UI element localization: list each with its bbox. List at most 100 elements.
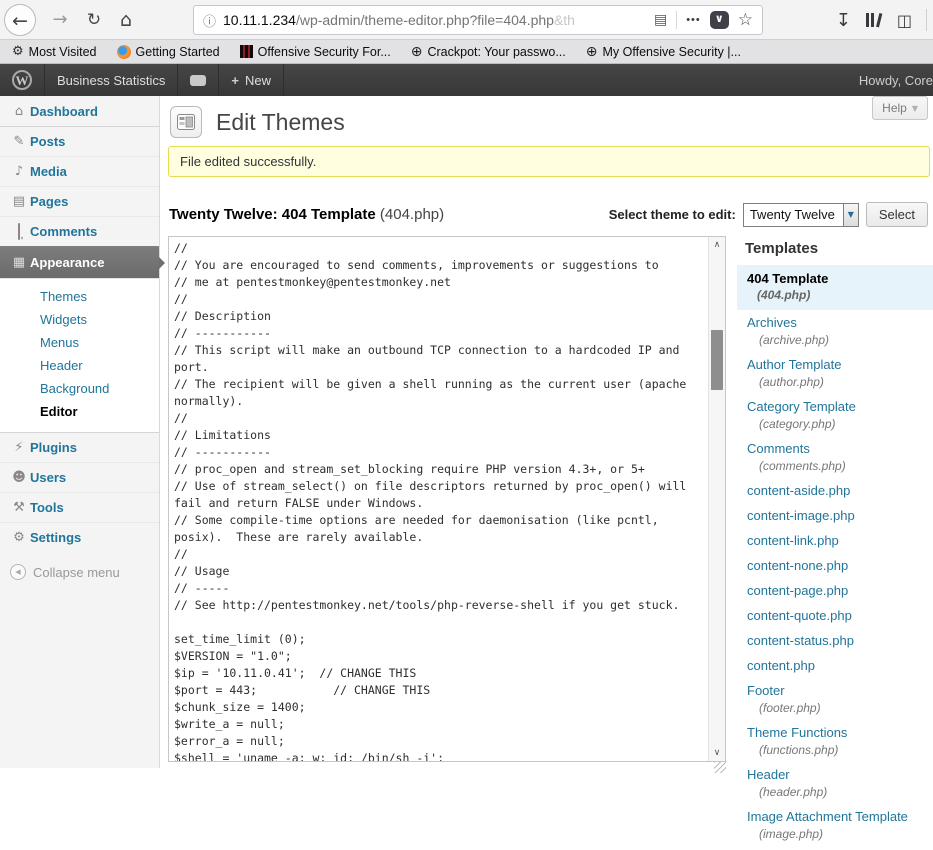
howdy-account-link[interactable]: Howdy, Core: [849, 73, 933, 88]
template-item[interactable]: content-aside.php: [737, 482, 933, 499]
main-content: Help ▼ Edit Themes File edited successfu…: [160, 96, 933, 768]
dashboard-icon: ⌂: [8, 104, 30, 119]
collapse-arrow-icon: ◀: [10, 564, 26, 580]
template-item[interactable]: content-none.php: [737, 557, 933, 574]
template-name: content-image.php: [747, 507, 933, 524]
template-item[interactable]: content-link.php: [737, 532, 933, 549]
template-item[interactable]: content-image.php: [737, 507, 933, 524]
reader-mode-icon[interactable]: ▤: [654, 12, 667, 28]
sidebar-item-appearance[interactable]: ▦ Appearance: [0, 246, 159, 278]
template-item[interactable]: Category Template (category.php): [737, 398, 933, 432]
submenu-item-background[interactable]: Background: [0, 377, 159, 400]
reload-button[interactable]: ↻: [78, 4, 110, 36]
sidebar-item-settings[interactable]: ⚙ Settings: [0, 522, 159, 552]
sidebar-item-pages[interactable]: ▤ Pages: [0, 186, 159, 216]
sidebar-item-comments[interactable]: Comments: [0, 216, 159, 246]
gear-icon: ⚙: [12, 44, 24, 59]
downloads-icon[interactable]: ↧: [836, 10, 851, 31]
url-path: /wp-admin/theme-editor.php?file=404.php: [296, 12, 554, 28]
bookmark-label: Crackpot: Your passwo...: [427, 45, 565, 59]
help-label: Help: [882, 101, 907, 115]
submenu-item-widgets[interactable]: Widgets: [0, 308, 159, 331]
sidebar-item-users[interactable]: ☻ Users: [0, 462, 159, 492]
select-theme-button[interactable]: Select: [866, 202, 928, 227]
template-item[interactable]: Header (header.php): [737, 766, 933, 800]
bookmark-label: Getting Started: [136, 45, 220, 59]
sidebar-item-tools[interactable]: ⚒ Tools: [0, 492, 159, 522]
bookmark-my-offensive-security[interactable]: ⊕ My Offensive Security |...: [586, 44, 741, 60]
template-name: Category Template: [747, 398, 933, 415]
editor-scrollbar[interactable]: ∧ ∨: [708, 237, 725, 761]
scroll-up-icon[interactable]: ∧: [709, 238, 725, 252]
template-item[interactable]: Author Template (author.php): [737, 356, 933, 390]
comments-bubble-link[interactable]: [178, 64, 219, 96]
comments-bubble-icon: [8, 224, 30, 239]
template-item[interactable]: Theme Functions (functions.php): [737, 724, 933, 758]
template-name: 404 Template: [747, 270, 923, 288]
template-item[interactable]: content-page.php: [737, 582, 933, 599]
template-item[interactable]: content-status.php: [737, 632, 933, 649]
page-title: Edit Themes: [216, 109, 345, 136]
templates-panel: Templates 404 Template (404.php) Archive…: [737, 240, 933, 850]
code-editor[interactable]: // // You are encouraged to send comment…: [169, 237, 708, 761]
appearance-submenu: Themes Widgets Menus Header Background E…: [0, 278, 159, 432]
template-item[interactable]: Comments (comments.php): [737, 440, 933, 474]
help-button[interactable]: Help ▼: [872, 96, 928, 120]
template-item[interactable]: content-quote.php: [737, 607, 933, 624]
collapse-menu-button[interactable]: ◀ Collapse menu: [0, 564, 159, 580]
chevron-down-icon: ▼: [843, 204, 858, 226]
theme-select-dropdown[interactable]: Twenty Twelve ▼: [743, 203, 859, 227]
new-content-link[interactable]: + New: [219, 64, 284, 96]
bookmark-getting-started[interactable]: Getting Started: [117, 45, 220, 59]
sidebar-toggle-icon[interactable]: ◫: [897, 11, 912, 30]
browser-toolbar: ← → ↻ ⌂ ⓘ 10.11.1.234/wp-admin/theme-edi…: [0, 0, 933, 40]
template-name: content-quote.php: [747, 607, 933, 624]
url-bar[interactable]: ⓘ 10.11.1.234/wp-admin/theme-editor.php?…: [193, 5, 763, 35]
globe-icon: ⊕: [586, 44, 598, 60]
sidebar-item-posts[interactable]: ✎ Posts: [0, 126, 159, 156]
template-name: Image Attachment Template: [747, 808, 933, 825]
forward-button[interactable]: →: [44, 4, 76, 36]
users-icon: ☻: [8, 470, 30, 485]
wp-logo-menu[interactable]: W: [0, 64, 45, 96]
template-item-selected[interactable]: 404 Template (404.php): [737, 265, 933, 310]
bookmark-crackpot[interactable]: ⊕ Crackpot: Your passwo...: [411, 44, 566, 60]
template-item[interactable]: Image Attachment Template (image.php): [737, 808, 933, 842]
template-item[interactable]: content.php: [737, 657, 933, 674]
sidebar-item-media[interactable]: ♪ Media: [0, 156, 159, 186]
pocket-icon[interactable]: ∨: [710, 11, 729, 29]
sidebar-item-dashboard[interactable]: ⌂ Dashboard: [0, 96, 159, 126]
submenu-item-themes[interactable]: Themes: [0, 285, 159, 308]
template-name: content-status.php: [747, 632, 933, 649]
pages-icon: ▤: [8, 194, 30, 209]
submenu-item-header[interactable]: Header: [0, 354, 159, 377]
back-button[interactable]: ←: [4, 4, 36, 36]
template-file: (author.php): [747, 375, 933, 390]
site-info-icon[interactable]: ⓘ: [203, 11, 216, 30]
settings-icon: ⚙: [8, 530, 30, 545]
bookmark-offensive-security[interactable]: Offensive Security For...: [240, 45, 391, 59]
library-icon[interactable]: [865, 12, 883, 28]
wp-admin-bar: W Business Statistics + New Howdy, Core: [0, 64, 933, 96]
firefox-icon: [117, 45, 131, 59]
sidebar-item-label: Settings: [30, 530, 81, 545]
sidebar-item-label: Dashboard: [30, 104, 98, 119]
template-name: content-none.php: [747, 557, 933, 574]
site-name-link[interactable]: Business Statistics: [45, 64, 178, 96]
templates-heading: Templates: [737, 240, 933, 257]
file-heading-title: Twenty Twelve: 404 Template: [169, 206, 376, 223]
submenu-item-menus[interactable]: Menus: [0, 331, 159, 354]
template-name: content-link.php: [747, 532, 933, 549]
sidebar-item-plugins[interactable]: ⚡ Plugins: [0, 432, 159, 462]
scrollbar-thumb[interactable]: [711, 330, 723, 390]
page-actions-icon[interactable]: •••: [686, 14, 701, 26]
scroll-down-icon[interactable]: ∨: [709, 746, 725, 760]
sidebar-item-label: Users: [30, 470, 66, 485]
wordpress-logo-icon: W: [12, 70, 32, 90]
home-button[interactable]: ⌂: [110, 4, 142, 36]
template-item[interactable]: Footer (footer.php): [737, 682, 933, 716]
template-item[interactable]: Archives (archive.php): [737, 314, 933, 348]
submenu-item-editor[interactable]: Editor: [0, 400, 159, 423]
bookmark-most-visited[interactable]: ⚙ Most Visited: [12, 44, 97, 59]
bookmark-star-icon[interactable]: ☆: [738, 10, 753, 30]
